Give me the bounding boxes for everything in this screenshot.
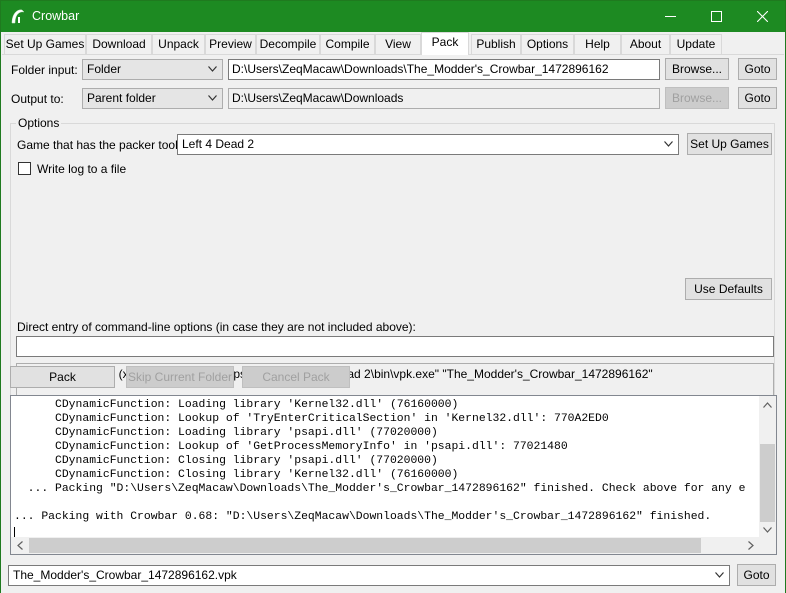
tab-update[interactable]: Update — [670, 34, 722, 54]
log-output[interactable]: CDynamicFunction: Loading library 'Kerne… — [10, 395, 777, 555]
chevron-down-icon — [208, 95, 217, 101]
folder-input-mode-select[interactable]: Folder — [82, 59, 223, 80]
chevron-down-icon — [664, 141, 673, 147]
title-bar: Crowbar — [1, 1, 785, 32]
tab-publish[interactable]: Publish — [471, 34, 521, 54]
window-title: Crowbar — [32, 9, 80, 23]
skip-current-folder-button[interactable]: Skip Current Folder — [126, 366, 234, 388]
cancel-pack-button[interactable]: Cancel Pack — [242, 366, 350, 388]
log-line: CDynamicFunction: Lookup of 'TryEnterCri… — [14, 413, 609, 425]
output-to-mode-value: Parent folder — [87, 91, 156, 105]
output-to-label: Output to: — [11, 92, 64, 106]
chevron-right-icon — [747, 541, 754, 550]
scroll-right-arrow[interactable] — [742, 537, 759, 554]
game-label: Game that has the packer tool: — [17, 138, 182, 152]
crowbar-app-icon — [11, 9, 25, 24]
log-line: CDynamicFunction: Closing library 'psapi… — [14, 455, 438, 467]
chevron-up-icon — [763, 401, 772, 408]
log-horizontal-scroll-thumb[interactable] — [29, 538, 701, 553]
maximize-icon — [710, 11, 722, 22]
game-select-value: Left 4 Dead 2 — [182, 137, 255, 151]
folder-input-goto-button[interactable]: Goto — [738, 58, 777, 80]
direct-entry-input[interactable] — [16, 336, 774, 357]
log-line: CDynamicFunction: Loading library 'Kerne… — [14, 399, 459, 411]
write-log-label: Write log to a file — [37, 162, 127, 176]
write-log-checkbox[interactable] — [18, 162, 31, 175]
log-line: ... Packing with Crowbar 0.68: "D:\Users… — [14, 511, 712, 523]
tab-view[interactable]: View — [375, 34, 421, 54]
output-file-select[interactable]: The_Modder's_Crowbar_1472896162.vpk — [8, 565, 730, 586]
log-line: CDynamicFunction: Loading library 'psapi… — [14, 427, 438, 439]
output-to-browse-button[interactable]: Browse... — [665, 87, 729, 109]
chevron-down-icon — [208, 66, 217, 72]
output-file-bar: The_Modder's_Crowbar_1472896162.vpk Goto — [1, 561, 785, 593]
tab-compile[interactable]: Compile — [320, 34, 375, 54]
scroll-up-arrow[interactable] — [759, 396, 776, 413]
tab-decompile[interactable]: Decompile — [256, 34, 320, 54]
maximize-button[interactable] — [693, 1, 739, 32]
tab-download[interactable]: Download — [86, 34, 152, 54]
tab-preview[interactable]: Preview — [205, 34, 256, 54]
scroll-down-arrow[interactable] — [759, 521, 776, 538]
direct-entry-label: Direct entry of command-line options (in… — [17, 320, 416, 334]
log-line: CDynamicFunction: Lookup of 'GetProcessM… — [14, 441, 568, 453]
pack-button[interactable]: Pack — [10, 366, 115, 388]
tab-unpack[interactable]: Unpack — [152, 34, 205, 54]
output-to-path-field[interactable]: D:\Users\ZeqMacaw\Downloads — [228, 88, 660, 109]
minimize-button[interactable] — [647, 1, 693, 32]
chevron-left-icon — [16, 541, 23, 550]
log-horizontal-scrollbar[interactable] — [11, 537, 776, 554]
scroll-left-arrow[interactable] — [11, 537, 28, 554]
log-line: ... Packing "D:\Users\ZeqMacaw\Downloads… — [14, 483, 746, 495]
game-select[interactable]: Left 4 Dead 2 — [177, 134, 679, 155]
crowbar-window: Crowbar Set Up Games Download Unpack Pre… — [0, 0, 786, 593]
set-up-games-button[interactable]: Set Up Games — [687, 133, 772, 155]
tab-pack[interactable]: Pack — [421, 32, 469, 55]
use-defaults-button[interactable]: Use Defaults — [685, 278, 772, 300]
close-button[interactable] — [739, 1, 785, 32]
folder-input-browse-button[interactable]: Browse... — [665, 58, 729, 80]
tab-strip: Set Up Games Download Unpack Preview Dec… — [1, 32, 785, 55]
chevron-down-icon — [715, 572, 724, 578]
log-vertical-scroll-thumb[interactable] — [760, 444, 775, 522]
options-group: Options Game that has the packer tool: L… — [10, 116, 775, 411]
options-group-legend: Options — [16, 116, 62, 130]
output-file-value: The_Modder's_Crowbar_1472896162.vpk — [13, 568, 237, 582]
log-vertical-scrollbar[interactable] — [759, 396, 776, 538]
output-to-mode-select[interactable]: Parent folder — [82, 88, 223, 109]
output-file-goto-button[interactable]: Goto — [737, 564, 776, 586]
minimize-icon — [664, 16, 676, 17]
close-icon — [756, 11, 768, 22]
tab-about[interactable]: About — [621, 34, 670, 54]
log-line: CDynamicFunction: Closing library 'Kerne… — [14, 469, 459, 481]
chevron-down-icon — [763, 526, 772, 533]
log-text: CDynamicFunction: Loading library 'Kerne… — [14, 398, 745, 524]
tab-set-up-games[interactable]: Set Up Games — [4, 34, 86, 54]
tab-options[interactable]: Options — [521, 34, 574, 54]
folder-input-mode-value: Folder — [87, 62, 122, 76]
folder-input-path-field[interactable]: D:\Users\ZeqMacaw\Downloads\The_Modder's… — [228, 59, 660, 80]
folder-input-label: Folder input: — [11, 63, 78, 77]
output-to-goto-button[interactable]: Goto — [738, 87, 777, 109]
tab-help[interactable]: Help — [574, 34, 621, 54]
